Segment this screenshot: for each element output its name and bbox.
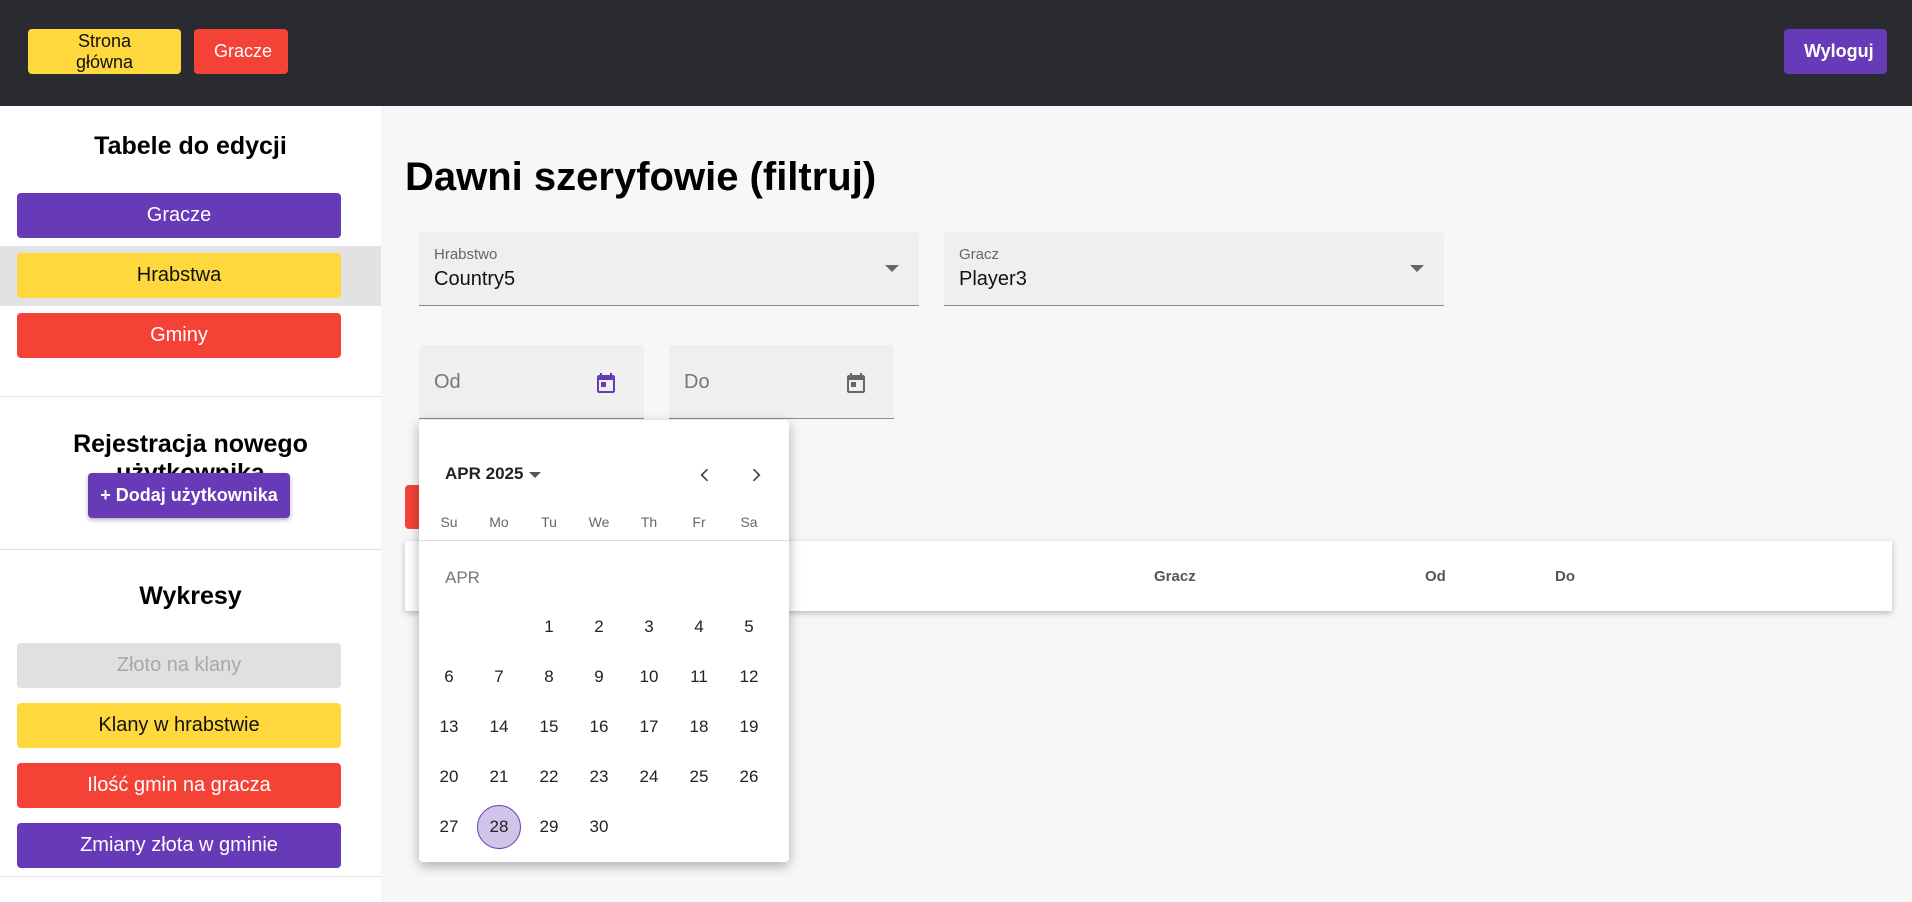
sidebar-item-players[interactable]: Gracze	[17, 193, 341, 238]
column-header-from[interactable]: Od	[1425, 568, 1446, 585]
calendar-day[interactable]: 21	[477, 755, 521, 799]
sidebar-item-counties[interactable]: Hrabstwa	[17, 253, 341, 298]
calendar-day[interactable]: 9	[577, 655, 621, 699]
calendar-day[interactable]: 15	[527, 705, 571, 749]
chart-communes-per-player-button[interactable]: Ilość gmin na gracza	[17, 763, 341, 808]
to-date-field[interactable]: Do	[669, 345, 894, 419]
county-select[interactable]: Hrabstwo Country5	[419, 232, 919, 306]
chevron-left-icon	[700, 468, 709, 482]
previous-month-button[interactable]	[690, 460, 720, 490]
chart-gold-changes-button[interactable]: Zmiany złota w gminie	[17, 823, 341, 868]
date-picker-popup: APR 2025 APR Su Mo Tu We Th Fr Sa 1 2 3 4 5 6 7 8 9 10 1…	[419, 420, 789, 862]
column-header-player[interactable]: Gracz	[1154, 568, 1196, 585]
calendar-icon[interactable]	[594, 371, 618, 395]
calendar-day[interactable]: 23	[577, 755, 621, 799]
month-section-label: APR	[445, 568, 480, 587]
weekday-header: Th	[640, 514, 658, 530]
weekday-header: Su	[440, 514, 458, 530]
weekday-header: Sa	[740, 514, 758, 530]
divider	[419, 540, 789, 541]
calendar-day[interactable]: 7	[477, 655, 521, 699]
page-title: Dawni szeryfowie (filtruj)	[405, 155, 877, 199]
add-user-button[interactable]: + Dodaj użytkownika	[88, 473, 290, 518]
month-year-label: APR 2025	[445, 464, 524, 483]
logout-button[interactable]: Wyloguj	[1784, 29, 1887, 74]
home-button[interactable]: Strona główna	[28, 29, 181, 74]
from-date-field[interactable]: Od	[419, 345, 644, 419]
county-select-value: Country5	[434, 268, 516, 290]
sidebar-item-communes[interactable]: Gminy	[17, 313, 341, 358]
calendar-day[interactable]: 26	[727, 755, 771, 799]
calendar-day[interactable]: 2	[577, 605, 621, 649]
calendar-day[interactable]: 25	[677, 755, 721, 799]
player-select[interactable]: Gracz Player3	[944, 232, 1444, 306]
top-app-bar: Strona główna Gracze Wyloguj	[0, 0, 1912, 106]
tables-section-title: Tabele do edycji	[94, 132, 287, 160]
calendar-day[interactable]: 14	[477, 705, 521, 749]
players-nav-button[interactable]: Gracze	[194, 29, 288, 74]
calendar-day[interactable]: 12	[727, 655, 771, 699]
calendar-day[interactable]: 16	[577, 705, 621, 749]
calendar-day[interactable]: 4	[677, 605, 721, 649]
calendar-day[interactable]: 3	[627, 605, 671, 649]
weekday-header: We	[588, 514, 610, 530]
player-select-label: Gracz	[959, 246, 1000, 263]
chart-gold-per-clan-button[interactable]: Złoto na klany	[17, 643, 341, 688]
next-month-button[interactable]	[741, 460, 771, 490]
chevron-right-icon	[752, 468, 761, 482]
divider	[0, 549, 381, 550]
to-date-label: Do	[684, 371, 710, 393]
calendar-day[interactable]: 6	[427, 655, 471, 699]
calendar-day[interactable]: 11	[677, 655, 721, 699]
chevron-down-icon	[529, 471, 542, 478]
column-header-to[interactable]: Do	[1555, 568, 1575, 585]
calendar-day[interactable]: 1	[527, 605, 571, 649]
from-date-label: Od	[434, 371, 461, 393]
divider	[0, 876, 381, 877]
calendar-day[interactable]: 29	[527, 805, 571, 849]
chart-clans-in-county-button[interactable]: Klany w hrabstwie	[17, 703, 341, 748]
calendar-day[interactable]: 10	[627, 655, 671, 699]
calendar-day[interactable]: 24	[627, 755, 671, 799]
calendar-day[interactable]: 17	[627, 705, 671, 749]
calendar-icon[interactable]	[844, 371, 868, 395]
calendar-day[interactable]: 5	[727, 605, 771, 649]
calendar-day[interactable]: 27	[427, 805, 471, 849]
calendar-day[interactable]: 18	[677, 705, 721, 749]
weekday-header: Mo	[489, 514, 509, 530]
player-select-value: Player3	[959, 268, 1027, 290]
county-select-label: Hrabstwo	[434, 246, 498, 263]
weekday-header: Fr	[692, 514, 706, 530]
calendar-day[interactable]: 20	[427, 755, 471, 799]
weekday-header: Tu	[541, 514, 557, 530]
calendar-day[interactable]: 30	[577, 805, 621, 849]
calendar-day[interactable]: 13	[427, 705, 471, 749]
divider	[0, 396, 381, 397]
calendar-day[interactable]: 8	[527, 655, 571, 699]
calendar-day-selected[interactable]: 28	[477, 805, 521, 849]
charts-section-title: Wykresy	[139, 582, 242, 610]
calendar-day[interactable]: 22	[527, 755, 571, 799]
sidebar: Tabele do edycji Gracze Hrabstwa Gminy R…	[0, 106, 381, 902]
month-year-selector[interactable]: APR 2025	[445, 464, 542, 484]
calendar-day[interactable]: 19	[727, 705, 771, 749]
chevron-down-icon	[885, 265, 899, 272]
chevron-down-icon	[1410, 265, 1424, 272]
